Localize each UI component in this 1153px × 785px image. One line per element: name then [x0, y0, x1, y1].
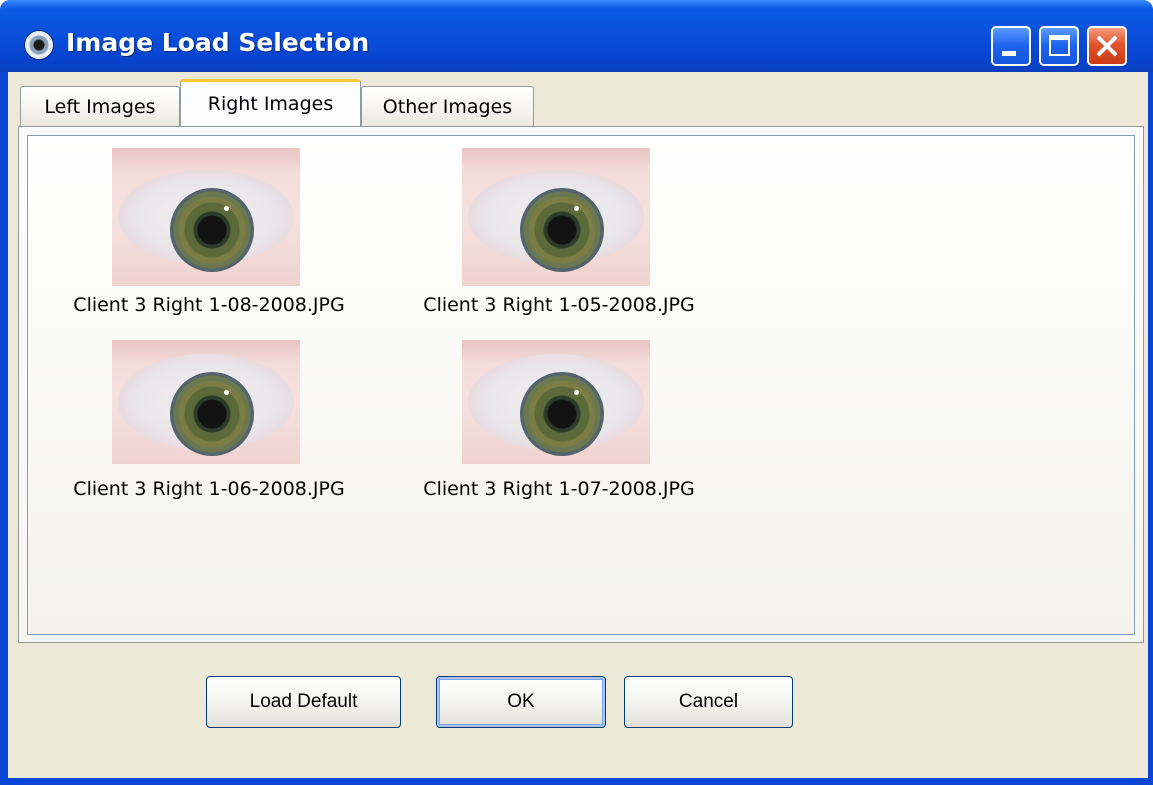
- maximize-icon: [1049, 35, 1070, 56]
- tab-panel: Client 3 Right 1-08-2008.JPG Client 3 Ri…: [18, 126, 1144, 643]
- eye-app-icon[interactable]: [24, 30, 54, 60]
- window-title: Image Load Selection: [66, 28, 370, 57]
- image-filename: Client 3 Right 1-08-2008.JPG: [73, 294, 345, 316]
- load-default-button[interactable]: Load Default: [206, 676, 401, 728]
- image-filename: Client 3 Right 1-07-2008.JPG: [423, 478, 695, 500]
- dialog-window: Image Load Selection Left Images Right I…: [0, 0, 1153, 785]
- title-bar[interactable]: Image Load Selection: [0, 0, 1153, 72]
- eye-thumbnail[interactable]: [112, 340, 300, 464]
- image-item[interactable]: Client 3 Right 1-06-2008.JPG: [34, 340, 384, 530]
- image-item[interactable]: Client 3 Right 1-05-2008.JPG: [384, 148, 734, 338]
- eye-thumbnail[interactable]: [462, 340, 650, 464]
- tab-left-images[interactable]: Left Images: [20, 86, 180, 126]
- ok-button[interactable]: OK: [436, 676, 606, 728]
- cancel-button[interactable]: Cancel: [624, 676, 793, 728]
- image-list[interactable]: Client 3 Right 1-08-2008.JPG Client 3 Ri…: [27, 135, 1135, 635]
- image-filename: Client 3 Right 1-06-2008.JPG: [73, 478, 345, 500]
- iris: [520, 188, 604, 272]
- image-item[interactable]: Client 3 Right 1-07-2008.JPG: [384, 340, 734, 530]
- image-filename: Client 3 Right 1-05-2008.JPG: [423, 294, 695, 316]
- dialog-client-area: Left Images Right Images Other Images Cl…: [8, 72, 1148, 778]
- minimize-button[interactable]: [991, 26, 1031, 66]
- iris: [170, 372, 254, 456]
- minimize-icon: [1002, 51, 1016, 56]
- maximize-button[interactable]: [1039, 26, 1079, 66]
- eye-thumbnail[interactable]: [462, 148, 650, 286]
- tab-right-images[interactable]: Right Images: [180, 79, 361, 126]
- tab-other-images[interactable]: Other Images: [361, 86, 534, 126]
- iris: [520, 372, 604, 456]
- close-button[interactable]: [1087, 26, 1127, 66]
- close-icon: [1089, 28, 1125, 64]
- eye-thumbnail[interactable]: [112, 148, 300, 286]
- image-item[interactable]: Client 3 Right 1-08-2008.JPG: [34, 148, 384, 338]
- iris: [170, 188, 254, 272]
